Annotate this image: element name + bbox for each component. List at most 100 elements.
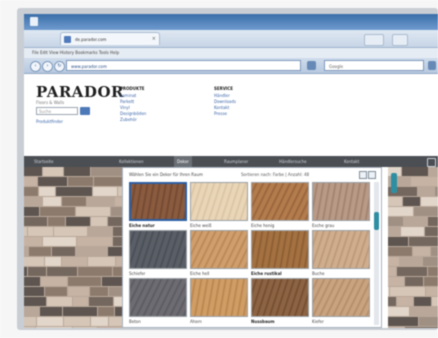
decor-swatch[interactable] bbox=[312, 230, 370, 269]
decor-swatch-label: Nussbaum bbox=[251, 319, 275, 324]
floor-plank bbox=[43, 167, 63, 176]
floor-plank bbox=[24, 177, 37, 186]
browser-tab[interactable]: de.parador.com × bbox=[60, 32, 160, 45]
floor-plank bbox=[113, 227, 122, 236]
floor-plank bbox=[109, 317, 122, 326]
floor-plank bbox=[93, 187, 117, 196]
tab-strip: de.parador.com × bbox=[24, 30, 438, 48]
column-link[interactable]: Händler bbox=[214, 93, 230, 98]
floor-plank bbox=[109, 287, 122, 296]
floor-plank bbox=[73, 297, 88, 306]
column-link[interactable]: Laminat bbox=[120, 93, 136, 98]
tools-icon[interactable] bbox=[428, 61, 436, 70]
nav-item[interactable]: Startseite bbox=[34, 156, 53, 167]
floor-plank bbox=[62, 197, 86, 206]
scrollbar-track[interactable] bbox=[374, 182, 379, 325]
column-link[interactable]: Vinyl bbox=[120, 105, 130, 110]
floor-plank bbox=[388, 277, 404, 286]
floor-plank bbox=[76, 207, 110, 216]
grid-view-icon[interactable] bbox=[359, 171, 367, 179]
floor-plank bbox=[24, 247, 28, 256]
column-link[interactable]: Zubehör bbox=[120, 117, 137, 122]
address-bar[interactable]: www.parador.com bbox=[66, 60, 301, 71]
floor-plank bbox=[28, 227, 53, 236]
floor-plank bbox=[24, 267, 27, 276]
floor-plank bbox=[38, 177, 67, 186]
menu-icon[interactable] bbox=[427, 158, 436, 167]
decor-swatch[interactable] bbox=[129, 182, 187, 221]
decor-swatch[interactable] bbox=[190, 230, 248, 269]
decor-swatch-label: Eiche hell bbox=[190, 271, 210, 276]
floor-plank bbox=[429, 167, 438, 176]
floor-plank bbox=[425, 227, 438, 236]
decor-selector-panel: Wählen Sie ein Dekor für Ihren Raum Sort… bbox=[122, 167, 382, 328]
decor-swatch-label: Eiche rustikal bbox=[251, 271, 282, 276]
floor-plank bbox=[424, 277, 438, 286]
floor-plank bbox=[56, 187, 92, 196]
decor-swatch[interactable] bbox=[190, 182, 248, 221]
close-tab-icon[interactable]: × bbox=[152, 33, 156, 45]
floor-plank bbox=[39, 187, 55, 196]
decor-swatch[interactable] bbox=[129, 230, 187, 269]
decor-swatch[interactable] bbox=[190, 278, 248, 317]
floor-plank bbox=[388, 257, 399, 266]
floor-plank bbox=[73, 327, 97, 328]
nav-item[interactable]: Händlersuche bbox=[279, 156, 307, 167]
column-link[interactable]: Designböden bbox=[120, 111, 146, 116]
decor-swatch[interactable] bbox=[251, 230, 309, 269]
parador-logo[interactable]: PARADOR bbox=[36, 83, 124, 101]
floor-plank bbox=[397, 297, 413, 306]
sort-filter[interactable]: Sortieren nach: Farbe | Anzahl: 48 bbox=[241, 172, 309, 177]
tab-button-2[interactable] bbox=[392, 34, 408, 46]
floor-plank bbox=[388, 197, 402, 206]
floor-plank bbox=[403, 197, 420, 206]
floor-plank bbox=[388, 237, 408, 246]
panel-heading: Wählen Sie ein Dekor für Ihren Raum bbox=[129, 172, 203, 177]
site-search-input[interactable]: Suche bbox=[36, 107, 78, 115]
floor-plank bbox=[37, 317, 63, 326]
floor-plank bbox=[87, 197, 114, 206]
menu-bar[interactable]: File Edit View History Bookmarks Tools H… bbox=[24, 48, 438, 58]
decor-swatch[interactable] bbox=[251, 278, 309, 317]
column-link[interactable]: Presse bbox=[214, 111, 227, 116]
close-icon[interactable] bbox=[368, 171, 376, 179]
feed-icon[interactable] bbox=[307, 61, 316, 70]
tab-button[interactable] bbox=[364, 34, 384, 46]
scrollbar-thumb[interactable] bbox=[374, 212, 379, 230]
reload-icon[interactable]: ↻ bbox=[54, 61, 65, 72]
side-scroll-handle[interactable] bbox=[391, 173, 397, 193]
column-link[interactable]: Kontakt bbox=[214, 105, 229, 110]
column-link[interactable]: Parkett bbox=[120, 99, 134, 104]
decor-swatch-label: Buche bbox=[312, 271, 325, 276]
floor-plank bbox=[24, 307, 39, 316]
floor-plank bbox=[94, 177, 122, 186]
nav-item[interactable]: Raumplaner bbox=[224, 156, 248, 167]
decor-swatch[interactable] bbox=[251, 182, 309, 221]
floor-plank bbox=[115, 197, 122, 206]
floor-plank bbox=[88, 257, 115, 266]
floor-plank bbox=[52, 247, 75, 256]
search-button[interactable] bbox=[80, 107, 90, 115]
floor-plank bbox=[54, 227, 87, 236]
column-link[interactable]: Downloads bbox=[214, 99, 236, 104]
decor-swatch[interactable] bbox=[312, 278, 370, 317]
decor-swatch[interactable] bbox=[129, 278, 187, 317]
floor-plank bbox=[388, 217, 403, 226]
nav-item-active[interactable]: Dekor bbox=[174, 156, 192, 167]
nav-item[interactable]: Kollektionen bbox=[119, 156, 144, 167]
browser-window: de.parador.com × File Edit View History … bbox=[24, 14, 438, 328]
floor-plank bbox=[47, 267, 77, 276]
floor-plank bbox=[68, 277, 101, 286]
floor-plank bbox=[413, 247, 430, 256]
floor-plank bbox=[24, 317, 36, 326]
nav-item[interactable]: Kontakt bbox=[344, 156, 359, 167]
back-icon[interactable]: ‹ bbox=[30, 61, 41, 72]
product-finder-link[interactable]: Produktfinder bbox=[36, 119, 63, 124]
floor-plank bbox=[64, 167, 90, 176]
search-input[interactable]: Google bbox=[324, 60, 424, 71]
floor-plank bbox=[91, 217, 107, 226]
decor-swatch[interactable] bbox=[312, 182, 370, 221]
site-tagline: Floors & Walls bbox=[36, 100, 65, 105]
floor-plank bbox=[47, 297, 72, 306]
forward-icon[interactable]: › bbox=[42, 61, 53, 72]
